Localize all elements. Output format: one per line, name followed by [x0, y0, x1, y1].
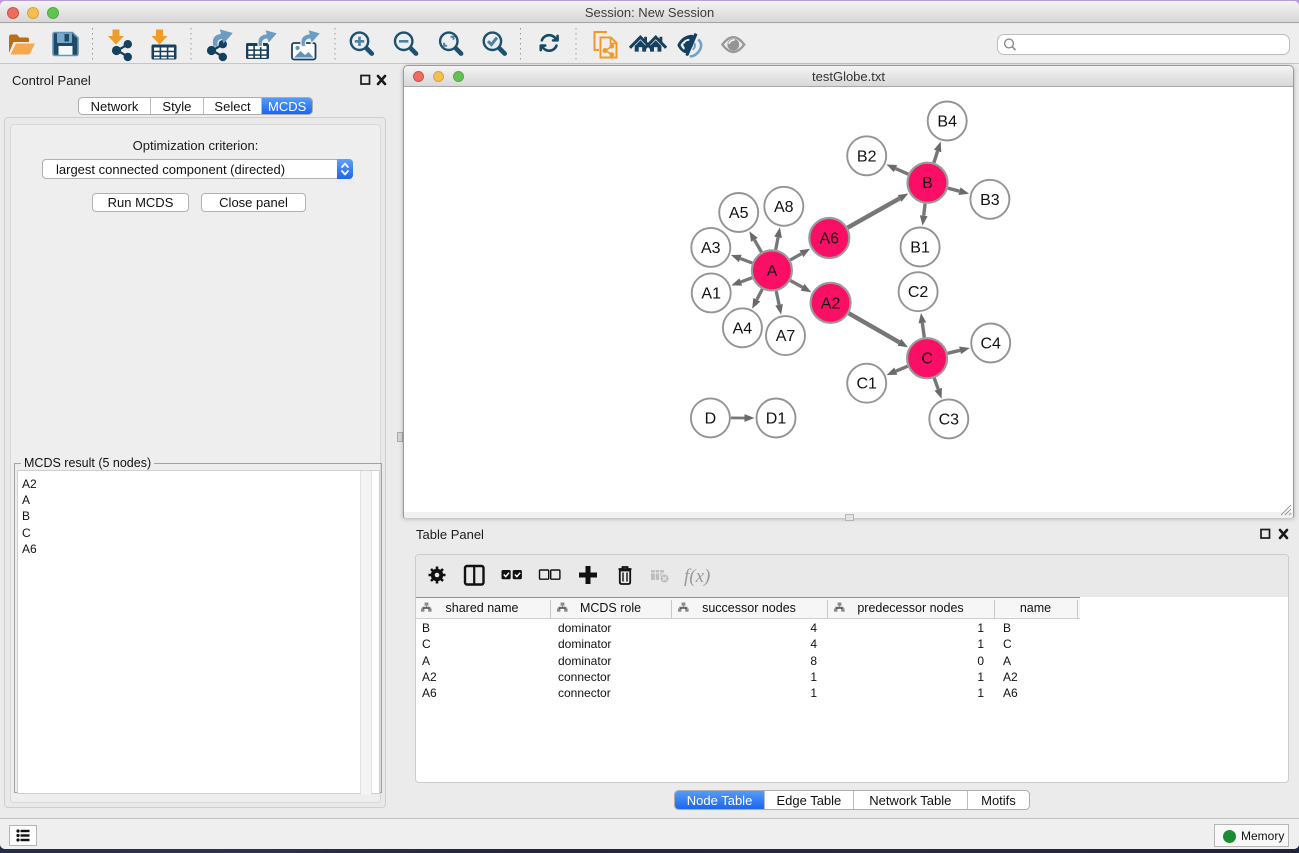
svg-text:C3: C3 [939, 411, 960, 428]
svg-text:C: C [921, 351, 933, 368]
svg-text:D: D [705, 410, 717, 427]
svg-text:C2: C2 [908, 284, 929, 301]
svg-text:f(x): f(x) [684, 566, 710, 587]
svg-text:B4: B4 [937, 114, 957, 131]
svg-text:A6: A6 [820, 231, 840, 248]
svg-text:A7: A7 [776, 328, 796, 345]
svg-text:A3: A3 [701, 240, 721, 257]
svg-text:B: B [922, 175, 933, 192]
svg-text:B1: B1 [910, 240, 930, 257]
svg-text:A: A [767, 263, 778, 280]
svg-text:C1: C1 [856, 376, 877, 393]
svg-text:B3: B3 [980, 192, 1000, 209]
svg-text:A2: A2 [821, 295, 841, 312]
svg-text:A5: A5 [729, 205, 749, 222]
svg-text:A1: A1 [701, 285, 721, 302]
svg-text:A4: A4 [733, 320, 753, 337]
svg-text:D1: D1 [766, 411, 787, 428]
svg-text:A8: A8 [774, 199, 794, 216]
svg-text:B2: B2 [857, 148, 877, 165]
svg-text:C4: C4 [980, 336, 1001, 353]
